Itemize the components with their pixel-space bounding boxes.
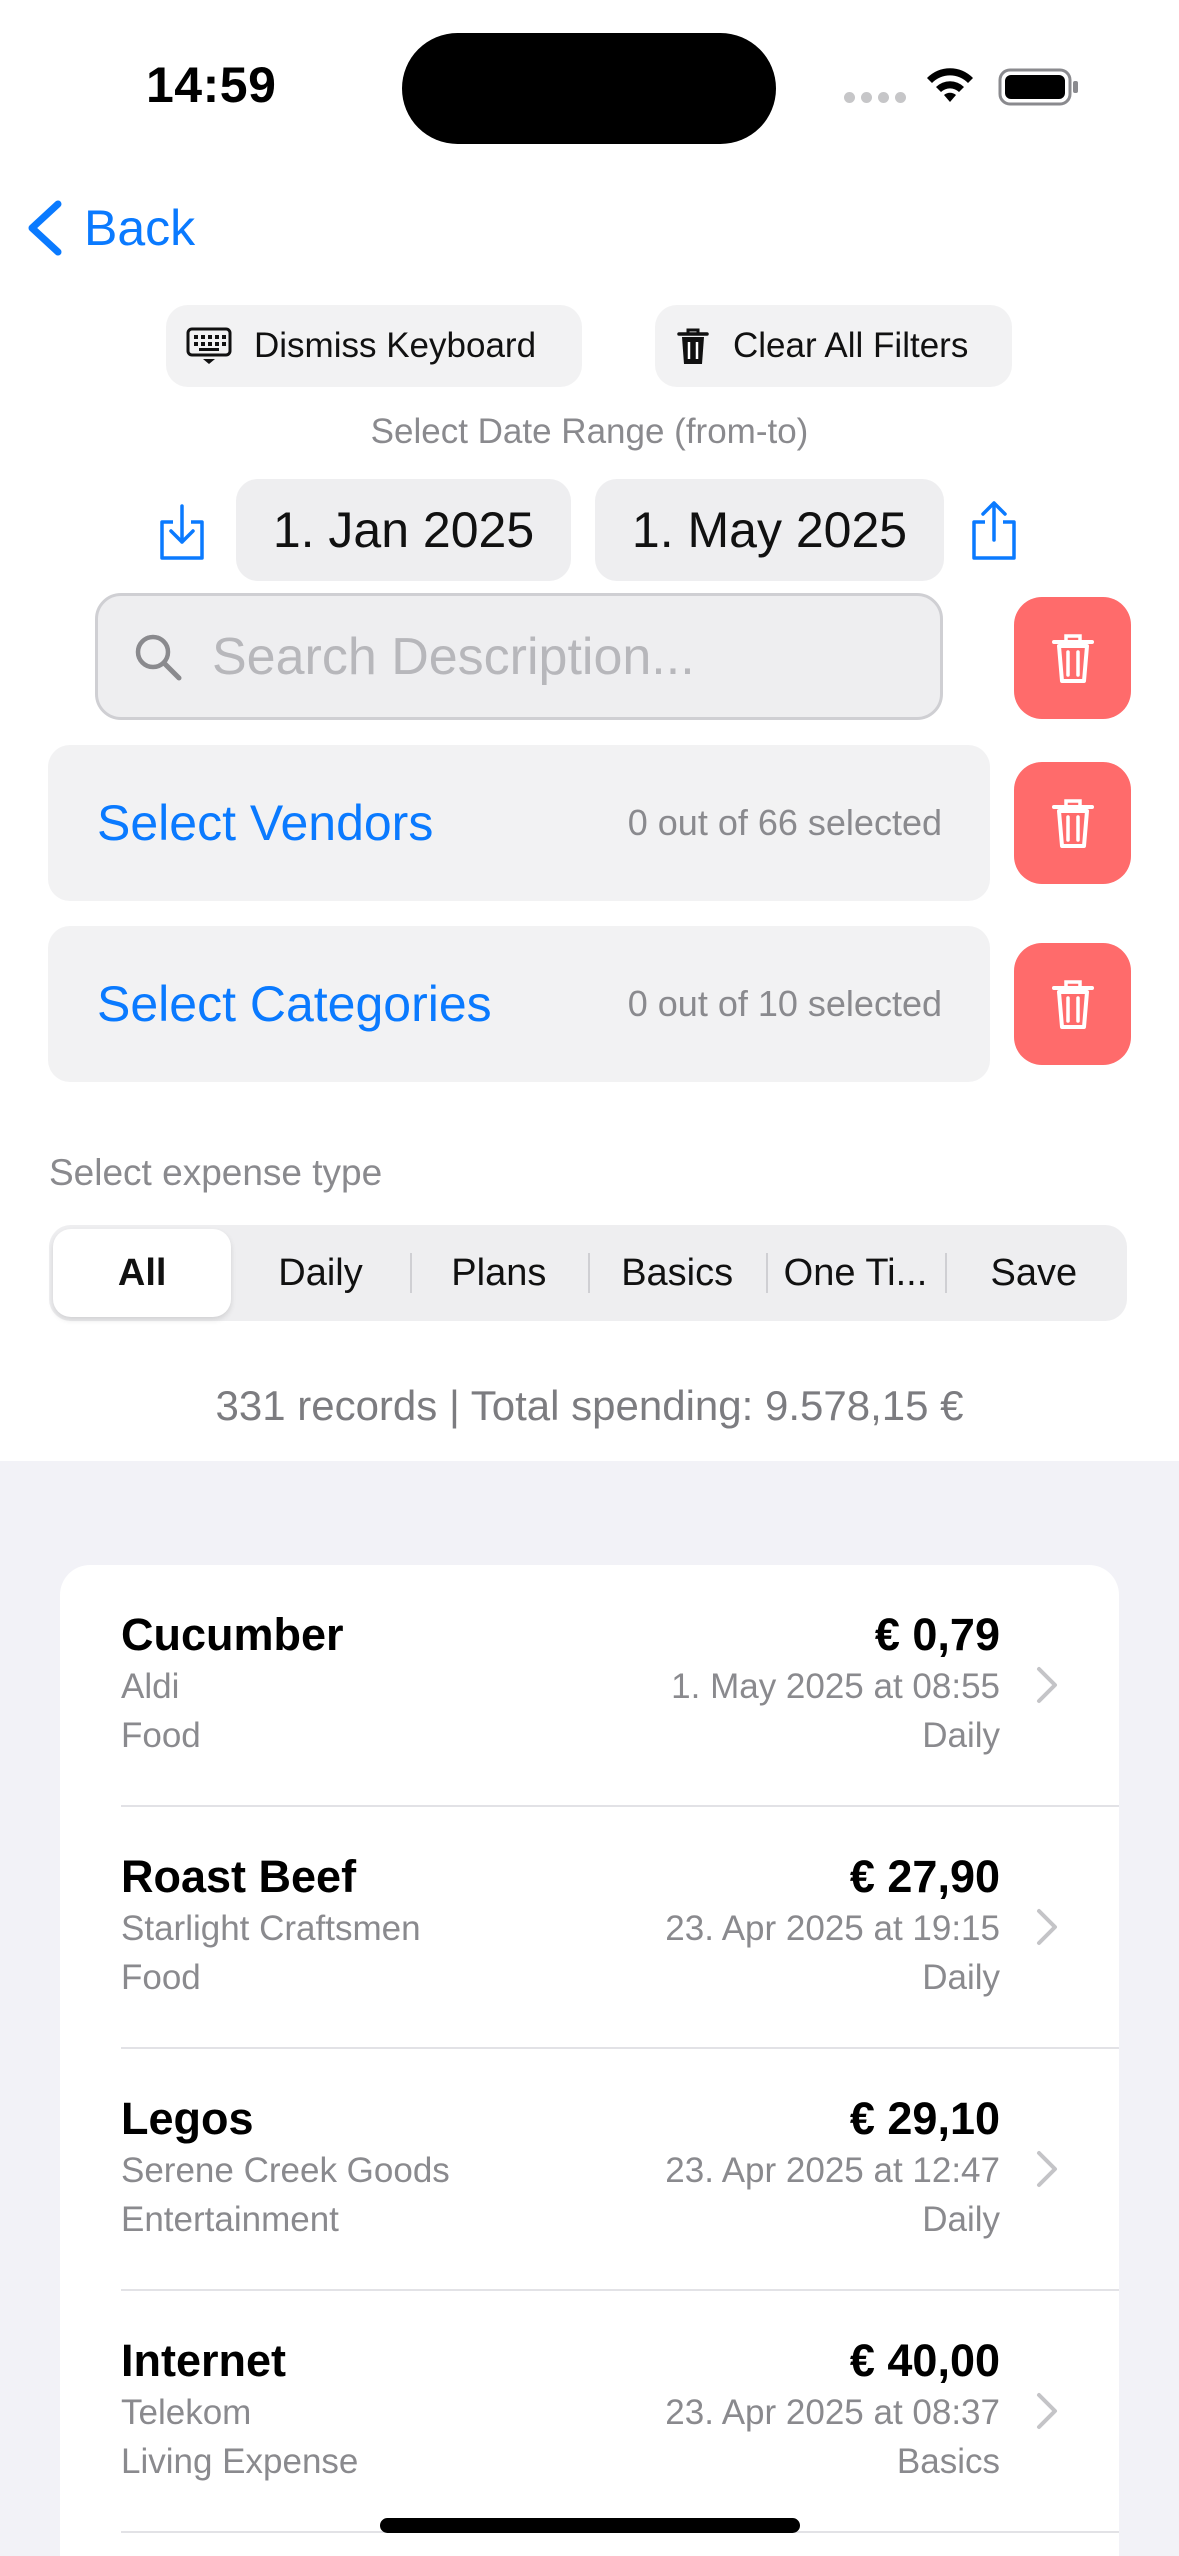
expense-type: Daily — [922, 1716, 1000, 1755]
select-vendors-label: Select Vendors — [97, 795, 434, 851]
expense-row[interactable]: Roast Beef Starlight Craftsmen Food € 27… — [60, 1807, 1119, 2049]
date-from-picker[interactable]: 1. Jan 2025 — [236, 479, 571, 581]
categories-selected-count: 0 out of 10 selected — [627, 983, 942, 1024]
date-to-picker[interactable]: 1. May 2025 — [595, 479, 944, 581]
expense-category: Living Expense — [121, 2442, 359, 2481]
expense-amount: € 27,90 — [849, 1851, 1000, 1902]
trash-icon — [1051, 634, 1094, 683]
vendors-selected-count: 0 out of 66 selected — [627, 802, 942, 843]
expense-date: 23. Apr 2025 at 19:15 — [665, 1909, 1000, 1948]
expense-type: Daily — [922, 2200, 1000, 2239]
expense-category: Food — [121, 1958, 201, 1997]
chevron-right-icon — [1037, 1909, 1057, 1945]
expense-date: 23. Apr 2025 at 12:47 — [665, 2151, 1000, 2190]
segment-plans[interactable]: Plans — [409, 1229, 588, 1317]
back-label: Back — [84, 200, 196, 256]
expense-row[interactable]: Legos Serene Creek Goods Entertainment €… — [60, 2049, 1119, 2291]
import-icon[interactable] — [156, 502, 208, 562]
search-icon — [135, 634, 182, 680]
select-categories-label: Select Categories — [97, 976, 492, 1032]
trash-icon — [1051, 799, 1094, 848]
dismiss-keyboard-button[interactable]: Dismiss Keyboard — [166, 305, 582, 387]
cellular-signal-icon — [844, 92, 906, 104]
dismiss-keyboard-label: Dismiss Keyboard — [254, 326, 537, 365]
expense-type-segmented-control: All Daily Plans Basics One Ti... Save — [49, 1225, 1127, 1321]
expense-amount: € 29,10 — [849, 2093, 1000, 2144]
expense-date: 1. May 2025 at 08:55 — [671, 1667, 1000, 1706]
segment-all[interactable]: All — [53, 1229, 232, 1317]
clear-search-button[interactable] — [1014, 597, 1131, 719]
expense-name: Legos — [121, 2093, 254, 2144]
expense-type: Daily — [922, 1958, 1000, 1997]
expense-amount: € 0,79 — [874, 1609, 1000, 1660]
status-time: 14:59 — [146, 57, 277, 113]
select-categories-button[interactable]: Select Categories 0 out of 10 selected — [48, 926, 990, 1082]
clear-all-filters-button[interactable]: Clear All Filters — [655, 305, 1012, 387]
search-placeholder: Search Description... — [212, 627, 695, 686]
expense-amount: € 40,00 — [849, 2335, 1000, 2386]
battery-icon — [998, 68, 1078, 106]
expense-name: Cucumber — [121, 1609, 344, 1660]
segment-daily[interactable]: Daily — [231, 1229, 409, 1317]
records-summary: 331 records | Total spending: 9.578,15 € — [215, 1382, 964, 1429]
expense-vendor: Aldi — [121, 1667, 180, 1706]
clear-vendors-button[interactable] — [1014, 762, 1131, 884]
clear-all-filters-label: Clear All Filters — [733, 326, 969, 365]
segment-basics[interactable]: Basics — [587, 1229, 766, 1317]
expense-vendor: Serene Creek Goods — [121, 2151, 450, 2190]
keyboard-icon — [186, 327, 232, 364]
expense-name: Internet — [121, 2335, 287, 2386]
expense-date: 23. Apr 2025 at 08:37 — [665, 2393, 1000, 2432]
date-range-label: Select Date Range (from-to) — [370, 412, 809, 451]
expense-category: Entertainment — [121, 2200, 339, 2239]
chevron-right-icon — [1037, 2393, 1057, 2429]
chevron-right-icon — [1037, 2151, 1057, 2187]
expense-vendor: Starlight Craftsmen — [121, 1909, 421, 1948]
expense-row[interactable]: Internet Telekom Living Expense € 40,00 … — [60, 2291, 1119, 2533]
expense-type-label: Select expense type — [49, 1152, 383, 1193]
expense-row[interactable]: Cucumber Aldi Food € 0,79 1. May 2025 at… — [60, 1565, 1119, 1807]
expense-category: Food — [121, 1716, 201, 1755]
chevron-left-icon — [28, 200, 62, 256]
search-description-input[interactable]: Search Description... — [95, 593, 943, 720]
select-vendors-button[interactable]: Select Vendors 0 out of 66 selected — [48, 745, 990, 901]
clear-categories-button[interactable] — [1014, 943, 1131, 1065]
segment-one-time[interactable]: One Ti... — [766, 1229, 944, 1317]
trash-icon — [1051, 980, 1094, 1029]
expense-type: Basics — [896, 2442, 1000, 2481]
dynamic-island — [402, 33, 776, 144]
share-icon[interactable] — [968, 498, 1020, 562]
home-indicator — [380, 2518, 800, 2533]
expense-vendor: Telekom — [121, 2393, 252, 2432]
segment-save[interactable]: Save — [944, 1229, 1123, 1317]
trash-icon — [677, 328, 709, 364]
expense-name: Roast Beef — [121, 1851, 357, 1902]
wifi-icon — [927, 68, 973, 102]
back-button[interactable]: Back — [22, 196, 195, 260]
chevron-right-icon — [1037, 1667, 1057, 1703]
